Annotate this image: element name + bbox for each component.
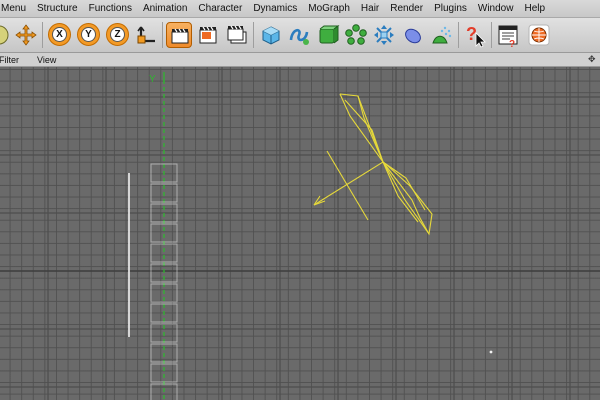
render-picture-viewer-icon[interactable] xyxy=(195,22,221,48)
y-axis-lock-icon[interactable]: Y xyxy=(77,23,100,46)
x-axis-lock-icon[interactable]: X xyxy=(48,23,71,46)
menu-item-hair[interactable]: Hair xyxy=(357,3,383,14)
render-view-icon[interactable] xyxy=(166,22,192,48)
help-icon[interactable]: ? xyxy=(462,22,488,48)
menu-item-help[interactable]: Help xyxy=(520,3,549,14)
menu-bar: Menu Structure Functions Animation Chara… xyxy=(0,0,600,18)
deformer-icon[interactable] xyxy=(371,22,397,48)
3d-viewport[interactable]: Y xyxy=(0,67,600,400)
menu-item-dynamics[interactable]: Dynamics xyxy=(249,3,301,14)
menu-item-window[interactable]: Window xyxy=(474,3,518,14)
main-toolbar: X Y Z ? ? xyxy=(0,18,600,53)
coordinate-system-icon[interactable] xyxy=(133,22,159,48)
svg-text:?: ? xyxy=(466,24,477,44)
menu-item-structure[interactable]: Structure xyxy=(33,3,82,14)
maximize-icon[interactable]: ✥ xyxy=(588,54,598,64)
scene-object-icon[interactable] xyxy=(400,22,426,48)
y-axis-viewport-label: Y xyxy=(149,74,156,85)
z-axis-label: Z xyxy=(110,27,125,42)
major-grid xyxy=(0,67,600,400)
selection-icon[interactable] xyxy=(0,22,12,48)
cube-primitive-icon[interactable] xyxy=(258,22,284,48)
environment-icon[interactable] xyxy=(428,22,454,48)
array-icon[interactable] xyxy=(343,22,369,48)
menu-item-render[interactable]: Render xyxy=(386,3,427,14)
move-icon[interactable] xyxy=(13,22,39,48)
menu-item-menu[interactable]: Menu xyxy=(0,3,30,14)
web-icon[interactable] xyxy=(526,22,552,48)
menu-item-functions[interactable]: Functions xyxy=(85,3,136,14)
nurbs-icon[interactable] xyxy=(314,22,340,48)
viewport-menu-view[interactable]: View xyxy=(37,55,62,65)
menu-item-mograph[interactable]: MoGraph xyxy=(304,3,354,14)
layout-icon[interactable]: ? xyxy=(495,22,521,48)
menu-item-plugins[interactable]: Plugins xyxy=(430,3,471,14)
viewport-scene: Y xyxy=(0,67,600,400)
point-marker xyxy=(489,350,493,354)
z-axis-lock-icon[interactable]: Z xyxy=(106,23,129,46)
viewport-menu-bar: Filter View ✥ xyxy=(0,53,600,67)
svg-text:?: ? xyxy=(509,39,515,48)
y-axis-label: Y xyxy=(81,27,96,42)
menu-item-animation[interactable]: Animation xyxy=(139,3,191,14)
viewport-menu-filter[interactable]: Filter xyxy=(0,55,25,65)
spline-icon[interactable] xyxy=(286,22,312,48)
render-settings-icon[interactable] xyxy=(224,22,250,48)
menu-item-character[interactable]: Character xyxy=(194,3,246,14)
x-axis-label: X xyxy=(52,27,67,42)
